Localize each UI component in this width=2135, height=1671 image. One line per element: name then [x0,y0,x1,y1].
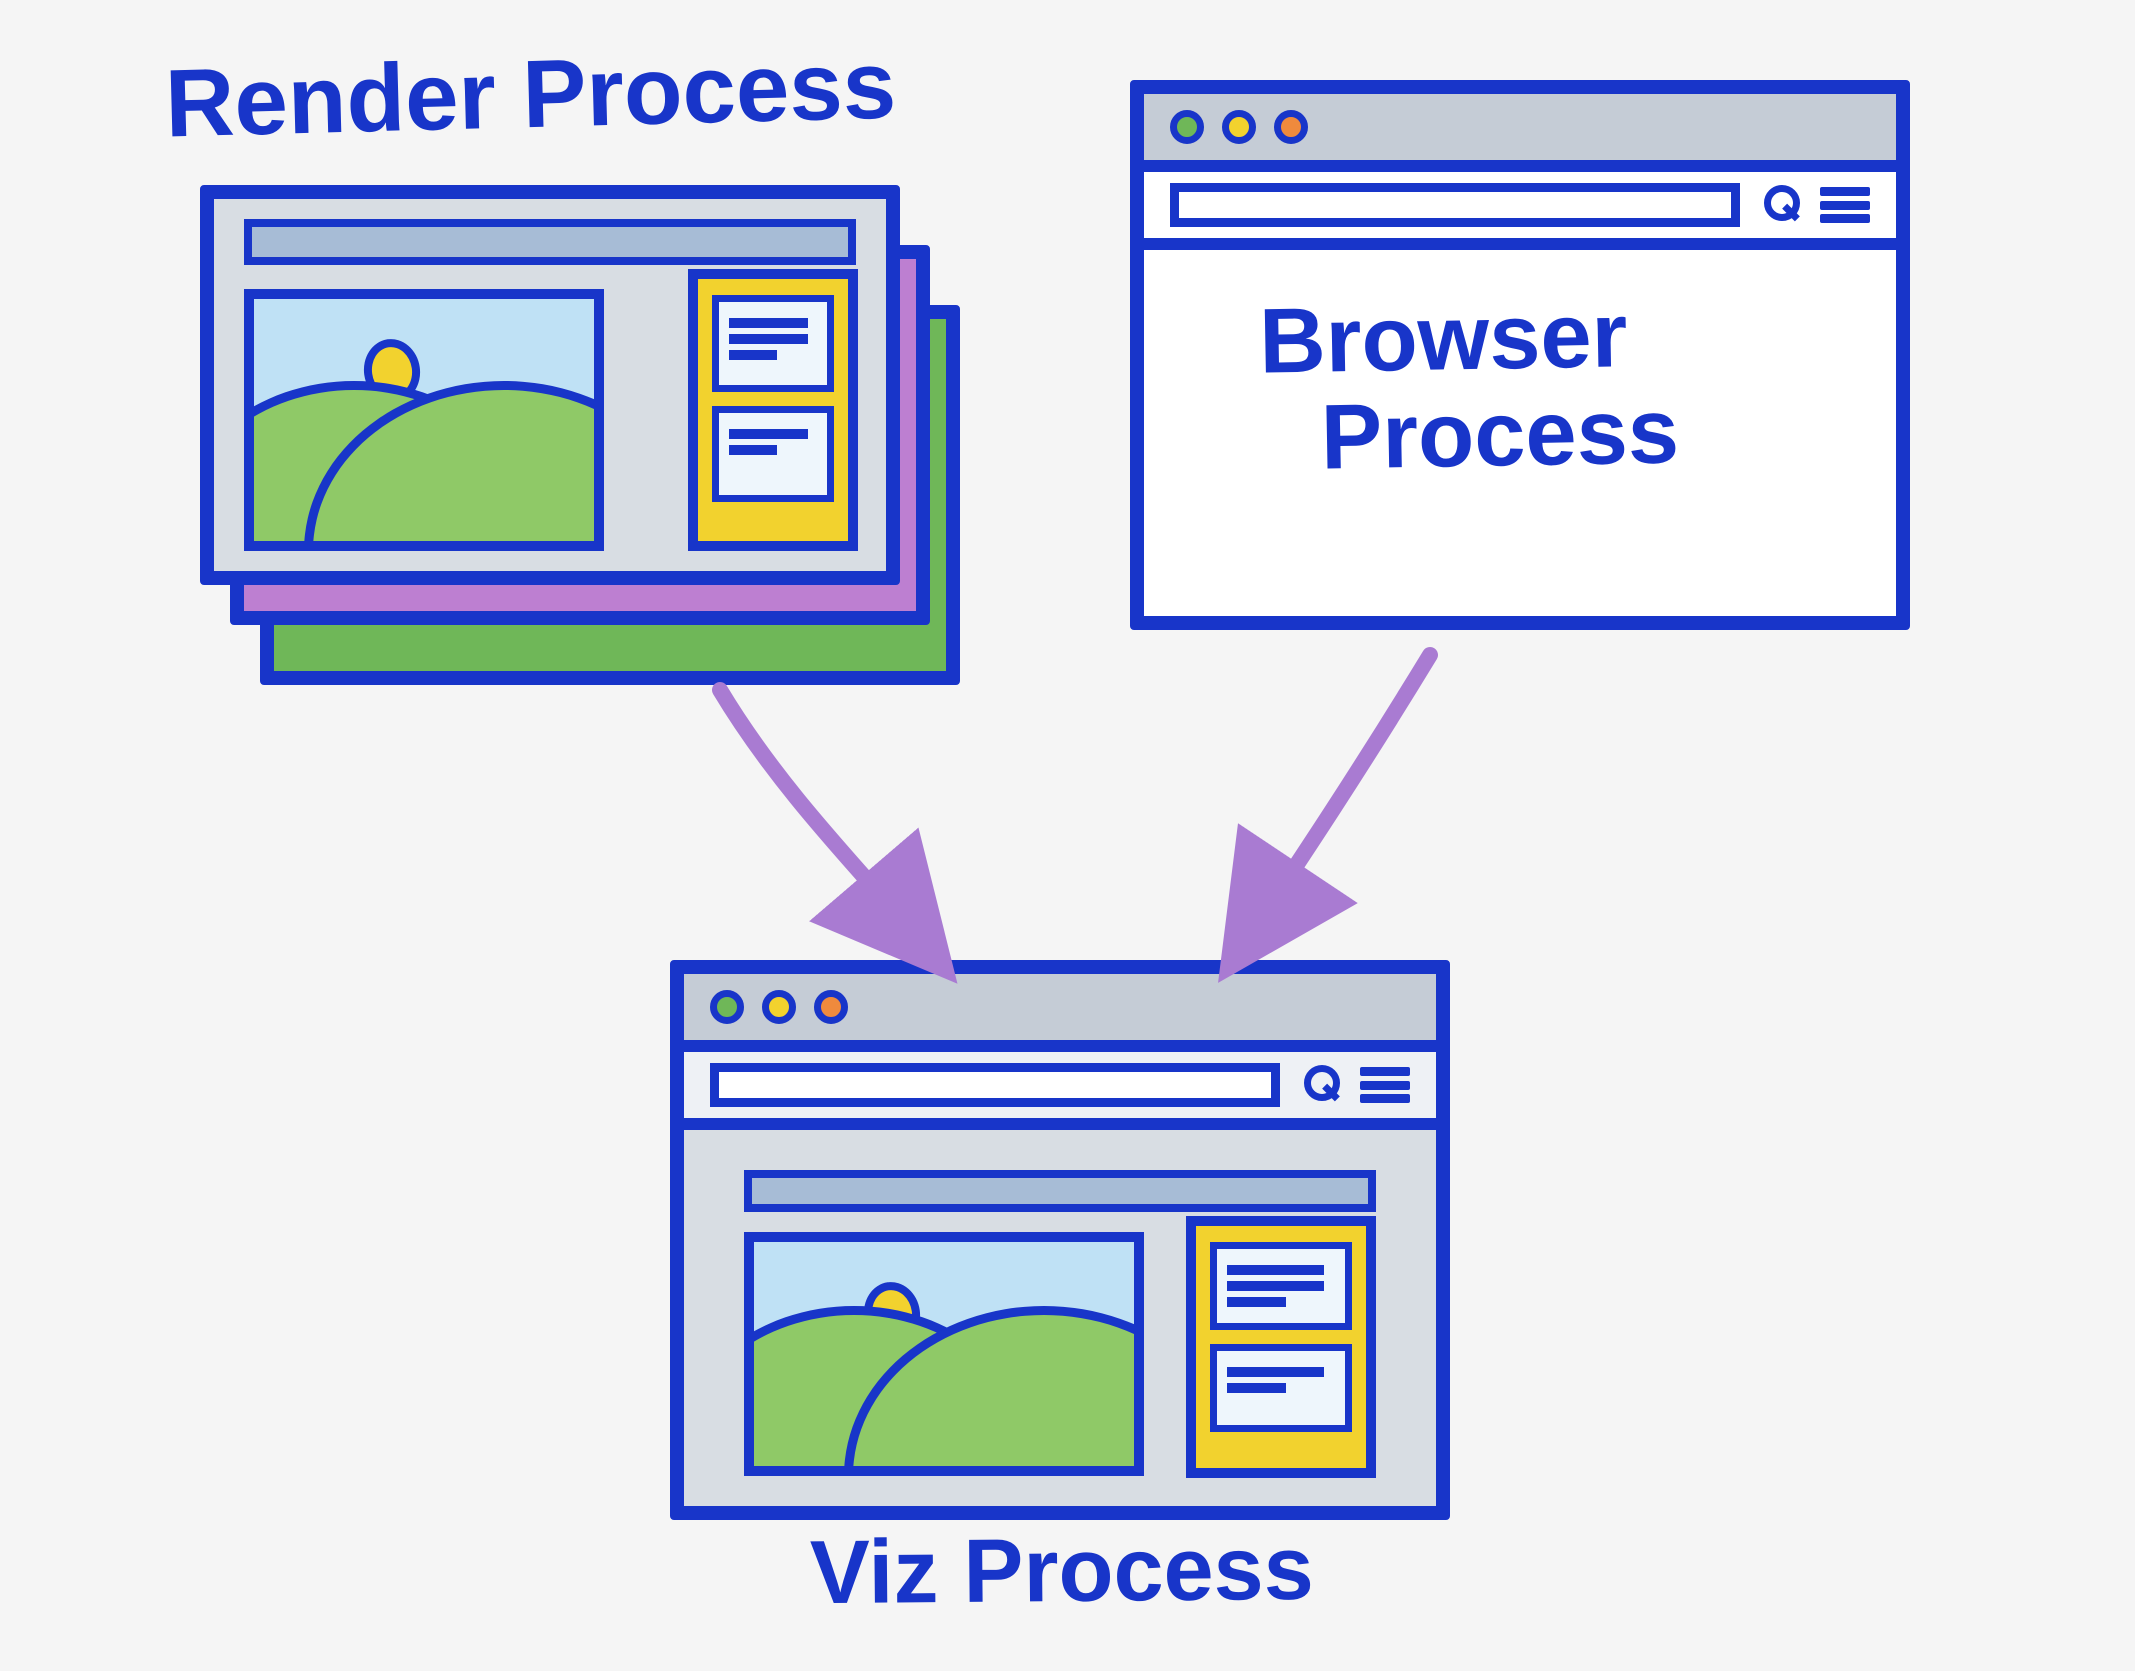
page-header-bar [244,219,856,265]
render-process-stack [200,185,960,705]
search-icon [1760,185,1800,225]
window-toolbar [1144,172,1896,250]
render-process-label: Render Process [164,30,898,159]
sidebar-note [1210,1344,1352,1432]
render-layer-front [200,185,900,585]
traffic-light-icon [762,990,796,1024]
address-bar [1170,183,1740,227]
browser-process-label-line1: Browser [1258,286,1678,390]
traffic-light-icon [1222,110,1256,144]
traffic-light-icon [814,990,848,1024]
browser-process-label-line2: Process [1320,383,1680,486]
traffic-light-icon [1274,110,1308,144]
page-sidebar [1186,1216,1376,1478]
window-title-bar [1144,94,1896,172]
traffic-light-icon [1170,110,1204,144]
rendered-page [214,199,886,571]
page-sidebar [688,269,858,551]
address-bar [710,1063,1280,1107]
hamburger-menu-icon [1360,1067,1410,1103]
page-hero-image [744,1232,1144,1476]
viz-process-window [670,960,1450,1520]
diagram-canvas: Render Process [0,0,2135,1671]
sidebar-note [1210,1242,1352,1330]
sidebar-note [712,295,834,392]
window-toolbar [684,1052,1436,1130]
traffic-light-icon [710,990,744,1024]
page-hero-image [244,289,604,551]
sidebar-note [712,406,834,503]
search-icon [1300,1065,1340,1105]
arrow-render-to-viz [720,690,920,940]
arrow-browser-to-viz [1250,655,1430,935]
hamburger-menu-icon [1820,187,1870,223]
window-title-bar [684,974,1436,1052]
page-header-bar [744,1170,1376,1212]
viz-composited-page [684,1152,1436,1506]
viz-process-label: Viz Process [810,1518,1315,1625]
browser-process-label: Browser Process [1258,286,1679,486]
